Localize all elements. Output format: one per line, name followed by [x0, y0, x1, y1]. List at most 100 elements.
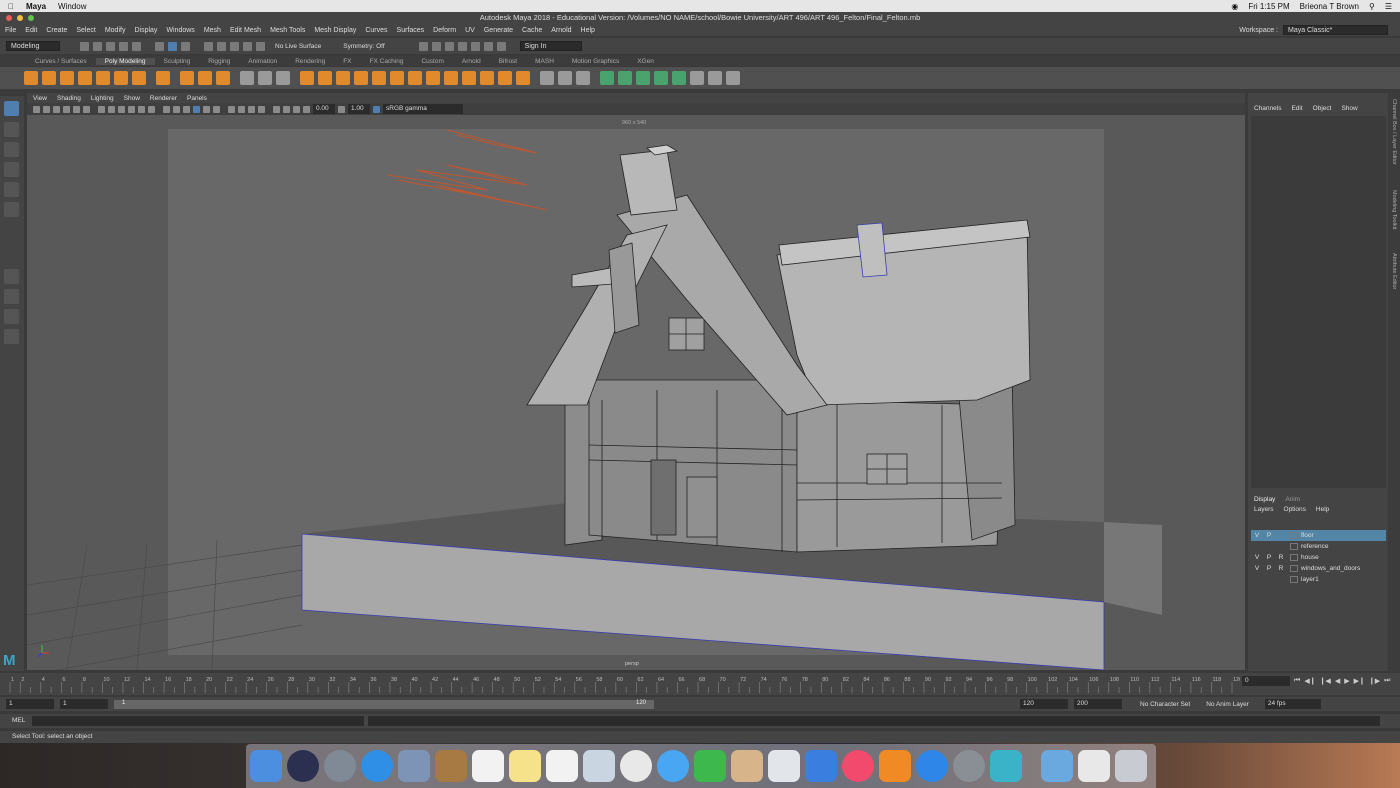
apple-icon[interactable]: 	[8, 2, 14, 11]
scale-tool-icon[interactable]	[4, 202, 19, 217]
launchpad-icon[interactable]	[324, 750, 356, 782]
bridge-icon[interactable]	[354, 71, 368, 85]
photo-booth-icon[interactable]	[583, 750, 615, 782]
insert-edge-loop-icon[interactable]	[558, 71, 572, 85]
layer-name[interactable]: layer1	[1301, 576, 1319, 583]
platonic-solid-icon[interactable]	[156, 71, 170, 85]
two-view-layout-icon[interactable]	[4, 309, 19, 324]
bevel-icon[interactable]	[372, 71, 386, 85]
mac-window-menu[interactable]: Window	[58, 2, 86, 11]
play-forward-icon[interactable]: ▶	[1344, 677, 1349, 685]
vp-menu-panels[interactable]: Panels	[187, 95, 207, 102]
arnold-render-icon[interactable]	[483, 41, 493, 51]
mirror-icon[interactable]	[318, 71, 332, 85]
new-scene-icon[interactable]	[80, 41, 89, 51]
menu-arnold[interactable]: Arnold	[551, 27, 571, 34]
layer-visibility[interactable]: V	[1251, 554, 1263, 561]
siri-icon[interactable]	[287, 750, 319, 782]
camera-attributes-icon[interactable]	[43, 105, 50, 113]
layer-row[interactable]: V P floor	[1251, 530, 1386, 541]
animation-start-field[interactable]: 1	[6, 699, 54, 709]
layer-visibility[interactable]: V	[1251, 565, 1263, 572]
gamma-field[interactable]: 1.00	[348, 104, 370, 114]
menu-modify[interactable]: Modify	[105, 27, 126, 34]
color-management-icon[interactable]	[373, 105, 380, 113]
layer-name[interactable]: house	[1301, 554, 1319, 561]
move-tool-icon[interactable]	[4, 162, 19, 177]
itunes-icon[interactable]	[842, 750, 874, 782]
character-set-dropdown[interactable]: No Character Set	[1140, 701, 1190, 708]
append-polygon-icon[interactable]	[390, 71, 404, 85]
spotlight-icon[interactable]: ⚲	[1369, 2, 1375, 11]
xray-joints-icon[interactable]	[293, 105, 300, 113]
cylindrical-uv-icon[interactable]	[618, 71, 632, 85]
target-weld-icon[interactable]	[576, 71, 590, 85]
side-tab-modeling-toolkit[interactable]: Modeling Toolkit	[1391, 190, 1397, 229]
trash-icon[interactable]	[1115, 750, 1147, 782]
maya-icon[interactable]	[990, 750, 1022, 782]
poly-cylinder-icon[interactable]	[60, 71, 74, 85]
menu-display[interactable]: Display	[134, 27, 157, 34]
poly-torus-icon[interactable]	[96, 71, 110, 85]
shelf-tab-custom[interactable]: Custom	[412, 58, 452, 65]
undo-icon[interactable]	[119, 41, 128, 51]
uv-editor-icon[interactable]	[690, 71, 704, 85]
render-settings-icon[interactable]	[457, 41, 467, 51]
wireframe-icon[interactable]	[163, 105, 170, 113]
select-object-icon[interactable]	[168, 41, 177, 51]
layer-color-swatch[interactable]	[1290, 576, 1298, 583]
single-perspective-layout-icon[interactable]	[4, 269, 19, 284]
reminders-icon[interactable]	[546, 750, 578, 782]
ibooks-icon[interactable]	[879, 750, 911, 782]
snap-point-icon[interactable]	[230, 41, 239, 51]
layer-name[interactable]: reference	[1301, 543, 1328, 550]
poly-sphere-icon[interactable]	[24, 71, 38, 85]
image-plane-icon[interactable]	[63, 105, 70, 113]
collapse-icon[interactable]	[516, 71, 530, 85]
poly-cone-icon[interactable]	[78, 71, 92, 85]
snap-grid-icon[interactable]	[204, 41, 213, 51]
channel-box-body[interactable]	[1251, 116, 1386, 488]
save-scene-icon[interactable]	[106, 41, 115, 51]
mel-label[interactable]: MEL	[12, 717, 25, 724]
smooth-shade-icon[interactable]	[173, 105, 180, 113]
shelf-tab-animation[interactable]: Animation	[239, 58, 286, 65]
layer-menu-layers[interactable]: Layers	[1254, 506, 1274, 513]
messages-icon[interactable]	[657, 750, 689, 782]
menu-edit-mesh[interactable]: Edit Mesh	[230, 27, 261, 34]
bookmark-icon[interactable]	[53, 105, 60, 113]
layer-color-swatch[interactable]	[1290, 532, 1298, 539]
numbers-icon[interactable]	[768, 750, 800, 782]
snap-view-icon[interactable]	[243, 41, 252, 51]
app-store-icon[interactable]	[916, 750, 948, 782]
minimize-window-button[interactable]	[17, 15, 23, 21]
current-frame-field[interactable]: 0	[1242, 676, 1290, 686]
menu-help[interactable]: Help	[581, 27, 595, 34]
wireframe-on-shaded-icon[interactable]	[183, 105, 190, 113]
animation-end-field[interactable]: 200	[1074, 699, 1122, 709]
paint-select-tool-icon[interactable]	[4, 142, 19, 157]
super-shape-icon[interactable]	[180, 71, 194, 85]
menu-select[interactable]: Select	[76, 27, 95, 34]
vp-menu-lighting[interactable]: Lighting	[91, 95, 114, 102]
layer-color-swatch[interactable]	[1290, 565, 1298, 572]
menu-uv[interactable]: UV	[465, 27, 475, 34]
layer-row[interactable]: V P R windows_and_doors	[1251, 563, 1386, 574]
step-forward-frame-icon[interactable]: ▶❙	[1354, 677, 1365, 685]
depth-of-field-icon[interactable]	[258, 105, 265, 113]
lasso-tool-icon[interactable]	[4, 122, 19, 137]
layer-name[interactable]: windows_and_doors	[1301, 565, 1360, 572]
time-slider-ticks[interactable]: 1 2 4 6 8 10 12 14 16 18 20 22 24 26 28 30 32 34 36 38 40 42 4…	[8, 673, 1240, 695]
fill-hole-icon[interactable]	[408, 71, 422, 85]
vp-menu-view[interactable]: View	[33, 95, 47, 102]
menuset-dropdown[interactable]: Modeling	[6, 41, 60, 51]
use-all-lights-icon[interactable]	[203, 105, 210, 113]
extrude-icon[interactable]	[336, 71, 350, 85]
sculpt-tool-icon[interactable]	[708, 71, 722, 85]
go-to-start-icon[interactable]: ⏮	[1294, 677, 1300, 685]
safe-action-icon[interactable]	[148, 105, 155, 113]
layer-reference[interactable]: R	[1275, 565, 1287, 572]
photos-icon[interactable]	[620, 750, 652, 782]
wifi-icon[interactable]: ◉	[1231, 2, 1238, 11]
vp-menu-shading[interactable]: Shading	[57, 95, 81, 102]
